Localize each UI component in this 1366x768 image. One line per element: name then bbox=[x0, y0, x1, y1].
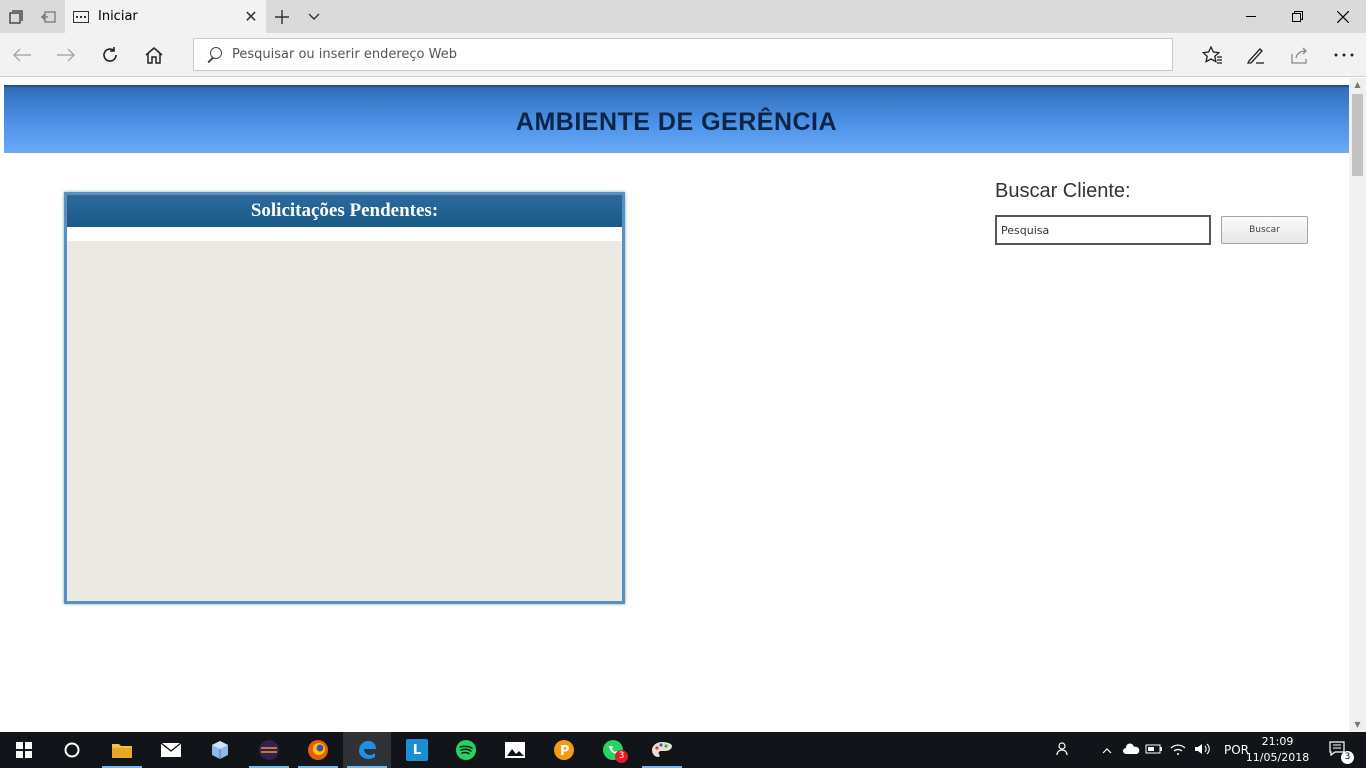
web-note-pen-icon[interactable] bbox=[1234, 33, 1278, 77]
tab-title: Iniciar bbox=[98, 9, 138, 24]
cortana-circle-icon[interactable] bbox=[48, 732, 96, 768]
favorites-star-icon[interactable] bbox=[1190, 33, 1234, 77]
browser-nav-bar bbox=[0, 33, 1366, 77]
wifi-icon[interactable] bbox=[1166, 743, 1190, 758]
page-title: AMBIENTE DE GERÊNCIA bbox=[515, 107, 838, 136]
onedrive-sync-icon[interactable] bbox=[1120, 742, 1142, 758]
pending-requests-header: Solicitações Pendentes: bbox=[67, 195, 622, 227]
firefox-icon[interactable] bbox=[294, 732, 342, 768]
mail-icon[interactable] bbox=[147, 732, 195, 768]
pending-requests-title: Solicitações Pendentes: bbox=[250, 200, 439, 221]
tab-preview-chevron-icon[interactable] bbox=[298, 0, 330, 33]
notification-count-badge: 3 bbox=[1341, 751, 1354, 764]
new-tab-icon[interactable] bbox=[266, 0, 298, 33]
l-app-icon[interactable]: L bbox=[393, 732, 441, 768]
battery-icon[interactable] bbox=[1142, 743, 1166, 757]
people-icon[interactable] bbox=[1050, 741, 1078, 759]
whatsapp-icon[interactable]: 3 bbox=[589, 732, 637, 768]
page-header: AMBIENTE DE GERÊNCIA bbox=[4, 85, 1349, 153]
minimize-icon[interactable] bbox=[1228, 0, 1274, 33]
spotify-icon[interactable] bbox=[442, 732, 490, 768]
page-viewport: AMBIENTE DE GERÊNCIA Solicitações Penden… bbox=[0, 78, 1366, 732]
eclipse-icon[interactable] bbox=[245, 732, 293, 768]
tab-iniciar[interactable]: Iniciar ✕ bbox=[65, 0, 266, 33]
paint-palette-icon[interactable] bbox=[638, 732, 686, 768]
windows-taskbar: L P 3 POR 21:09 11/05/2018 3 bbox=[0, 732, 1366, 768]
svg-text:P: P bbox=[560, 744, 570, 759]
vertical-scrollbar[interactable]: ▲ ▼ bbox=[1349, 78, 1366, 732]
tab-manager-icon[interactable] bbox=[0, 0, 32, 33]
p-app-icon[interactable]: P bbox=[540, 732, 588, 768]
photos-icon[interactable] bbox=[491, 732, 539, 768]
close-window-icon[interactable] bbox=[1320, 0, 1366, 33]
volume-icon[interactable] bbox=[1190, 743, 1214, 758]
file-explorer-icon[interactable] bbox=[98, 732, 146, 768]
scrollbar-thumb[interactable] bbox=[1352, 94, 1363, 176]
address-input[interactable] bbox=[232, 47, 1132, 62]
set-aside-tabs-icon[interactable] bbox=[32, 0, 64, 33]
edge-browser-icon[interactable] bbox=[343, 732, 391, 768]
show-hidden-icons-chevron-icon[interactable] bbox=[1094, 743, 1120, 757]
client-search-button[interactable]: Buscar bbox=[1221, 216, 1308, 244]
address-bar[interactable] bbox=[193, 38, 1173, 71]
taskbar-clock[interactable]: 21:09 11/05/2018 bbox=[1240, 732, 1315, 768]
back-icon[interactable] bbox=[0, 33, 44, 77]
forward-icon[interactable] bbox=[44, 33, 88, 77]
refresh-icon[interactable] bbox=[88, 33, 132, 77]
search-icon bbox=[206, 46, 222, 63]
home-icon[interactable] bbox=[132, 33, 176, 77]
system-tray: POR bbox=[1050, 732, 1249, 768]
new-tab-page-icon bbox=[73, 10, 89, 23]
pending-requests-list-header bbox=[67, 227, 622, 241]
pending-requests-panel: Solicitações Pendentes: bbox=[64, 192, 625, 604]
browser-tab-strip: Iniciar ✕ bbox=[0, 0, 1366, 33]
close-tab-icon[interactable]: ✕ bbox=[236, 7, 266, 26]
more-options-icon[interactable] bbox=[1322, 33, 1366, 77]
scroll-down-icon[interactable]: ▼ bbox=[1349, 718, 1366, 732]
whatsapp-badge: 3 bbox=[615, 750, 628, 763]
clock-date: 11/05/2018 bbox=[1245, 751, 1310, 764]
client-search-area: Buscar Cliente: Buscar bbox=[995, 180, 1308, 245]
restore-icon[interactable] bbox=[1274, 0, 1320, 33]
share-icon[interactable] bbox=[1278, 33, 1322, 77]
start-windows-icon[interactable] bbox=[0, 732, 48, 768]
scroll-up-icon[interactable]: ▲ bbox=[1349, 78, 1366, 92]
3d-box-app-icon[interactable] bbox=[196, 732, 244, 768]
client-search-label: Buscar Cliente: bbox=[995, 180, 1131, 202]
clock-time: 21:09 bbox=[1261, 735, 1294, 748]
action-center-icon[interactable]: 3 bbox=[1320, 732, 1360, 768]
client-search-input[interactable] bbox=[995, 215, 1211, 245]
